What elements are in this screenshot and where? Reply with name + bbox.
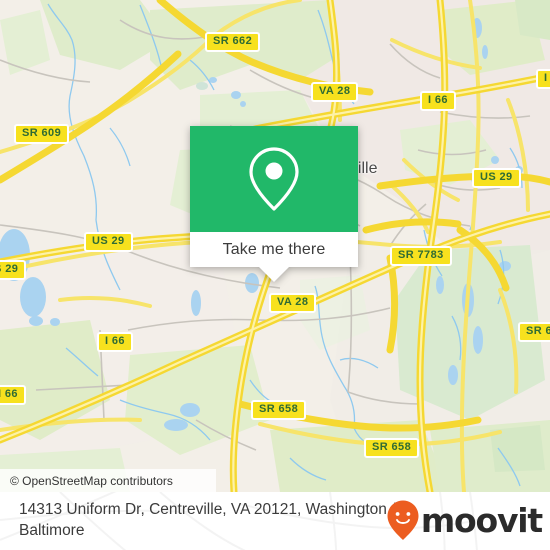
moovit-pin-icon (387, 500, 419, 540)
road-shield-sr-7783: SR 7783 (390, 246, 452, 266)
road-shield-sr-662: SR 662 (205, 32, 261, 52)
take-me-there-label: Take me there (222, 240, 326, 258)
road-shield-sr-609: SR 609 (14, 124, 70, 144)
map-canvas[interactable]: SR 662 VA 28 I 66 I 6 SR 609 US 29 US 29 S 29 SR… (0, 0, 550, 492)
map-pin-icon (249, 147, 299, 211)
attribution-text: © OpenStreetMap contributors (10, 473, 173, 488)
road-shield-s-29-edge-left: S 29 (0, 260, 27, 280)
road-shield-sr-64-edge-right: SR 64 (518, 322, 550, 342)
road-shield-va-28-south: VA 28 (269, 293, 317, 313)
road-shield-i-66-southwest: I 66 (97, 332, 133, 352)
footer-bar: 14313 Uniform Dr, Centreville, VA 20121,… (0, 492, 550, 550)
popup-icon-area (190, 126, 358, 232)
road-shield-i-66-edge-left: I 66 (0, 385, 26, 405)
popup-action-bar[interactable]: Take me there (190, 232, 358, 267)
moovit-logo[interactable]: moovit (386, 500, 543, 540)
road-shield-sr-658-east: SR 658 (364, 438, 420, 458)
moovit-wordmark: moovit (420, 500, 543, 540)
map-screenshot: SR 662 VA 28 I 66 I 6 SR 609 US 29 US 29 S 29 SR… (0, 0, 550, 550)
road-shield-i-66-edge-right: I 6 (536, 69, 550, 89)
popup-tail (259, 267, 289, 282)
road-shield-i-66-northeast: I 66 (420, 91, 456, 111)
road-shield-us-29-west: US 29 (84, 232, 133, 252)
take-me-there-popup[interactable]: Take me there (190, 126, 358, 282)
map-attribution[interactable]: © OpenStreetMap contributors (0, 469, 216, 492)
address-text: 14313 Uniform Dr, Centreville, VA 20121,… (19, 501, 396, 539)
road-shield-va-28-north: VA 28 (311, 82, 359, 102)
road-shield-us-29-east: US 29 (472, 168, 521, 188)
road-shield-sr-658-west: SR 658 (251, 400, 307, 420)
